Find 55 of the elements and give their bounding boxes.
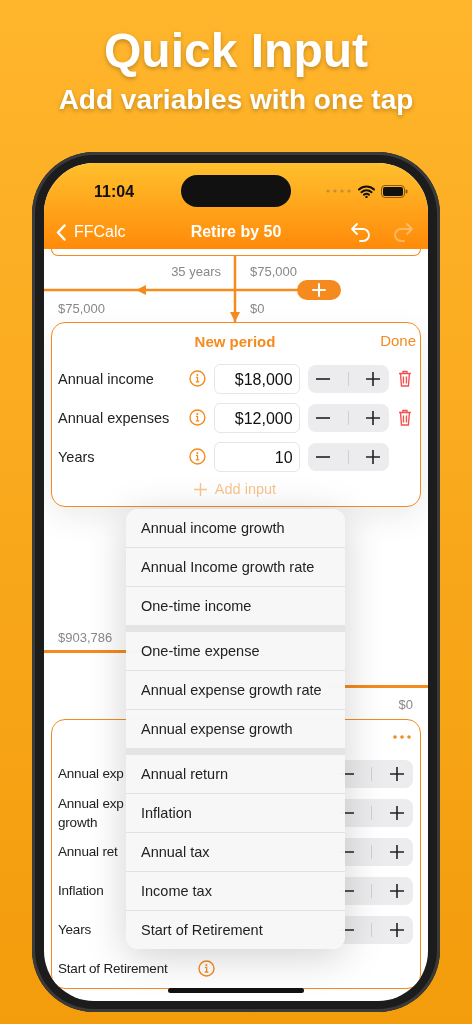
minus-icon[interactable] bbox=[316, 455, 331, 458]
headline-subtitle: Add variables with one tap bbox=[57, 84, 415, 116]
amount-label: $75,000 bbox=[58, 301, 105, 316]
row-label: Annual expenses bbox=[58, 409, 171, 426]
card-title: New period bbox=[194, 332, 276, 350]
screen-title: Retire by 50 bbox=[190, 223, 282, 241]
plus-icon bbox=[193, 482, 207, 496]
row-label: Annual ret bbox=[58, 843, 118, 861]
balance-label: $903,786 bbox=[58, 630, 113, 645]
menu-item[interactable]: Income tax bbox=[126, 872, 345, 911]
row-label: Start of Retirement bbox=[58, 960, 168, 978]
row-label: Annual exp growth bbox=[58, 794, 124, 832]
menu-item[interactable]: Annual income growth bbox=[126, 509, 345, 548]
menu-item[interactable]: One-time expense bbox=[126, 632, 345, 671]
row-label: Years bbox=[58, 921, 92, 939]
plus-icon[interactable] bbox=[366, 371, 381, 386]
menu-item[interactable]: One-time income bbox=[126, 587, 345, 625]
stepper[interactable] bbox=[307, 442, 390, 471]
trash-icon[interactable] bbox=[398, 370, 412, 387]
plus-icon[interactable] bbox=[390, 805, 405, 820]
stepper[interactable] bbox=[307, 403, 390, 432]
row-label: Years bbox=[58, 448, 96, 465]
duration-label: 35 years bbox=[171, 264, 221, 279]
plus-icon[interactable] bbox=[390, 922, 405, 937]
menu-item[interactable]: Inflation bbox=[126, 794, 345, 833]
row-label: Annual income bbox=[58, 370, 155, 387]
amount-label: $0 bbox=[250, 301, 265, 316]
plus-icon[interactable] bbox=[390, 844, 405, 859]
menu-item[interactable]: Annual tax bbox=[126, 833, 345, 872]
plus-icon[interactable] bbox=[390, 766, 405, 781]
headline-title: Quick Input bbox=[103, 24, 369, 78]
value-field[interactable]: $18,000 bbox=[214, 363, 300, 394]
stepper[interactable] bbox=[307, 364, 390, 393]
amount-label: $75,000 bbox=[250, 264, 297, 279]
battery-icon bbox=[381, 184, 408, 198]
plus-icon[interactable] bbox=[366, 449, 381, 464]
value-field[interactable]: $12,000 bbox=[214, 402, 300, 433]
row-label: Annual exp bbox=[58, 765, 124, 783]
menu-item[interactable]: Start of Retirement bbox=[126, 911, 345, 949]
info-icon[interactable] bbox=[197, 960, 215, 977]
status-time: 11:04 bbox=[94, 182, 136, 201]
menu-item[interactable]: Annual expense growth bbox=[126, 710, 345, 748]
wifi-icon bbox=[358, 184, 375, 198]
plus-icon[interactable] bbox=[390, 883, 405, 898]
menu-item[interactable]: Annual expense growth rate bbox=[126, 671, 345, 710]
row-label: Inflation bbox=[58, 882, 104, 900]
plus-icon[interactable] bbox=[366, 410, 381, 425]
balance-label: $0 bbox=[398, 697, 413, 712]
minus-icon[interactable] bbox=[316, 377, 331, 380]
signal-icon bbox=[326, 189, 352, 193]
menu-item[interactable]: Annual return bbox=[126, 755, 345, 794]
menu-item[interactable]: Annual Income growth rate bbox=[126, 548, 345, 587]
minus-icon[interactable] bbox=[316, 416, 331, 419]
value-field[interactable]: 10 bbox=[214, 441, 300, 472]
trash-icon[interactable] bbox=[398, 409, 412, 426]
